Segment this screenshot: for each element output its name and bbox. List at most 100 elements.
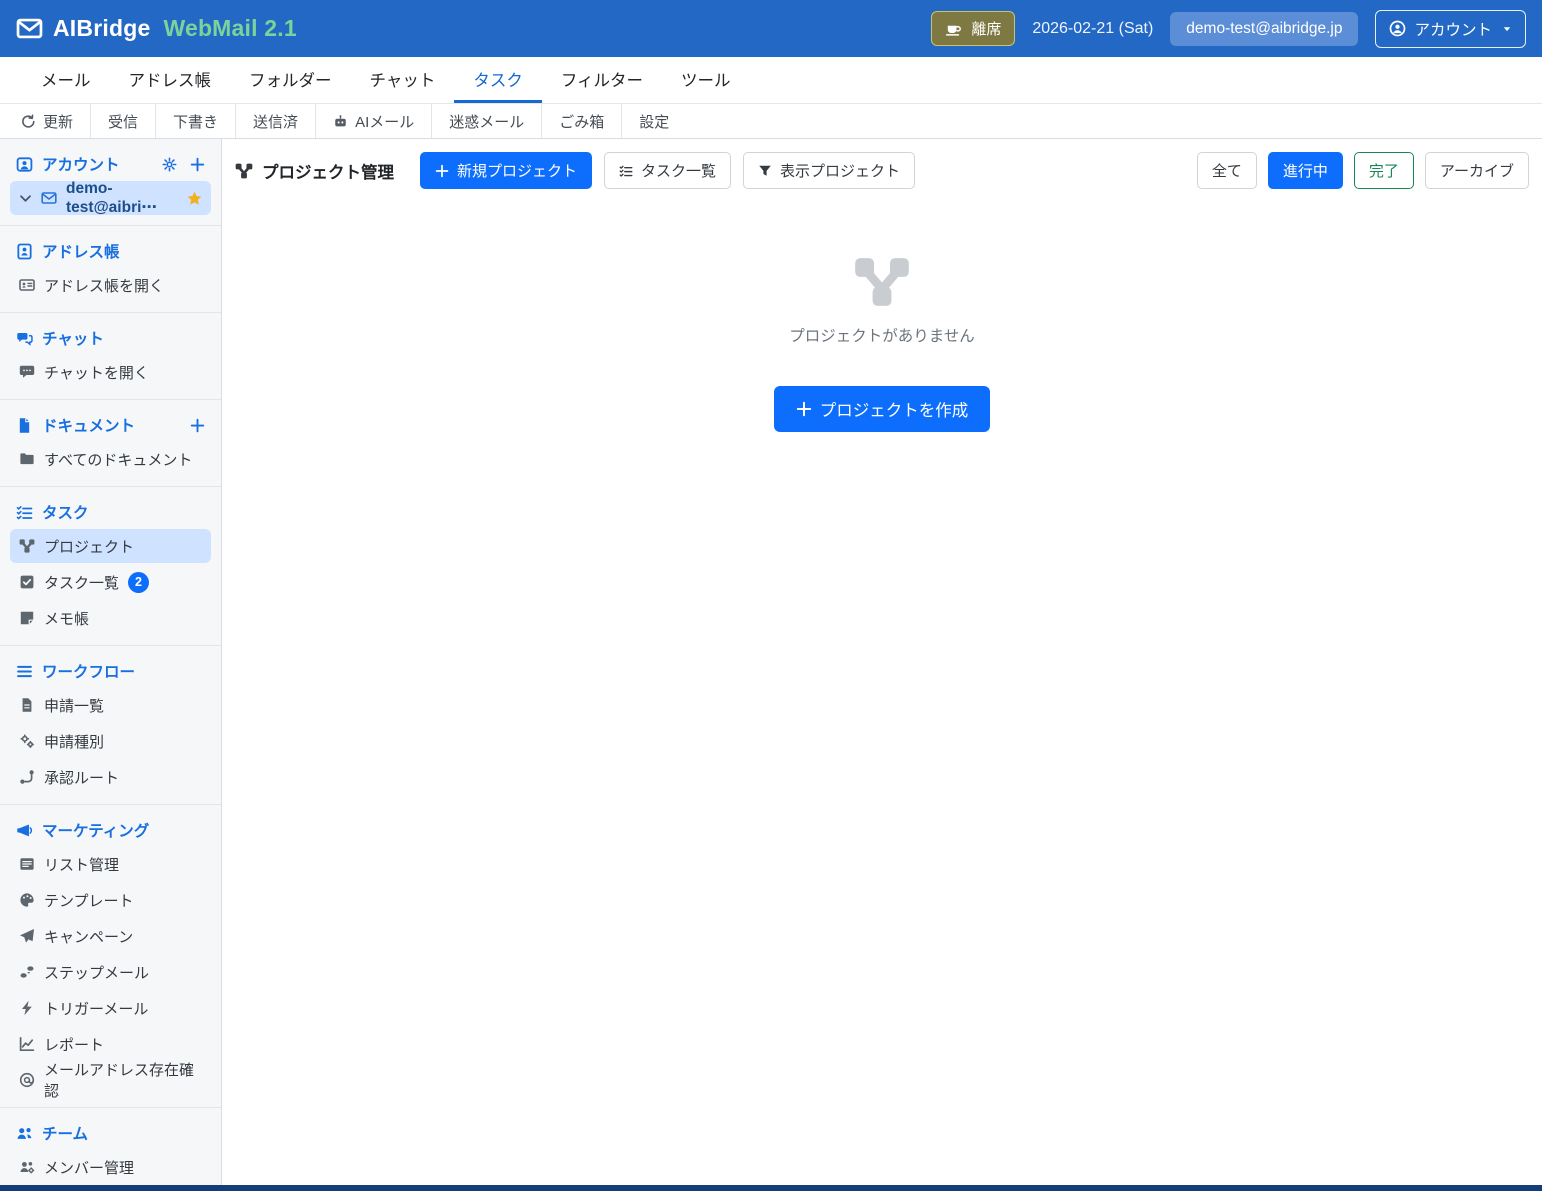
away-label: 離席 — [971, 18, 1001, 39]
sidebar-item-demo-test@aibri⋯[interactable]: demo-test@aibri⋯ — [10, 181, 211, 215]
item-label: レポート — [44, 1034, 104, 1055]
sidebar-section-タスク: タスクプロジェクトタスク一覧 2 メモ帳 — [0, 487, 221, 646]
section-header-チーム[interactable]: チーム — [10, 1118, 211, 1148]
gear-icon[interactable] — [162, 157, 177, 172]
section-actions — [162, 157, 205, 172]
tasks-icon — [619, 164, 633, 178]
sidebar-item-メモ帳[interactable]: メモ帳 — [10, 601, 211, 635]
section-title: チーム — [42, 1122, 88, 1144]
section-header-アカウント[interactable]: アカウント — [10, 149, 211, 179]
gears-icon — [19, 733, 35, 749]
at-icon — [19, 1072, 35, 1088]
tab-タスク[interactable]: タスク — [454, 57, 542, 103]
tab-フォルダー[interactable]: フォルダー — [230, 57, 351, 103]
steps-icon — [19, 964, 35, 980]
section-header-ドキュメント[interactable]: ドキュメント — [10, 410, 211, 440]
toolbar-item-label: 迷惑メール — [449, 111, 524, 132]
empty-sitemap-icon — [853, 253, 911, 311]
sidebar-item-申請種別[interactable]: 申請種別 — [10, 724, 211, 758]
section-title: チャット — [42, 327, 104, 349]
filter-button-全て[interactable]: 全て — [1197, 152, 1257, 189]
action-button-表示プロジェクト[interactable]: 表示プロジェクト — [743, 152, 915, 189]
toolbar-item-label: 設定 — [639, 111, 669, 132]
toolbar-item-受信[interactable]: 受信 — [90, 104, 155, 138]
section-header-マーケティング[interactable]: マーケティング — [10, 815, 211, 845]
sidebar-item-プロジェクト[interactable]: プロジェクト — [10, 529, 211, 563]
topbar-right-group: 離席 2026-02-21 (Sat) demo-test@aibridge.j… — [931, 10, 1526, 48]
action-button-label: タスク一覧 — [641, 160, 716, 181]
filter-button-group: 全て進行中完了アーカイブ — [1197, 152, 1529, 189]
bottom-edge-bar — [0, 1185, 1542, 1191]
tab-チャット[interactable]: チャット — [351, 57, 455, 103]
sidebar-item-リスト管理[interactable]: リスト管理 — [10, 847, 211, 881]
section-header-ワークフロー[interactable]: ワークフロー — [10, 656, 211, 686]
plus-icon — [796, 401, 812, 417]
folder-icon — [19, 451, 35, 467]
plus-icon[interactable] — [190, 418, 205, 433]
sidebar-item-トリガーメール[interactable]: トリガーメール — [10, 991, 211, 1025]
section-header-チャット[interactable]: チャット — [10, 323, 211, 353]
palette-icon — [19, 892, 35, 908]
toolbar-item-設定[interactable]: 設定 — [621, 104, 686, 138]
main-actions: 新規プロジェクト タスク一覧 表示プロジェクト — [420, 152, 915, 189]
sidebar-item-すべてのドキュメント[interactable]: すべてのドキュメント — [10, 442, 211, 476]
toolbar-item-下書き[interactable]: 下書き — [155, 104, 235, 138]
sitemap-icon — [235, 162, 253, 180]
item-label: demo-test@aibri⋯ — [66, 180, 178, 217]
section-title: タスク — [42, 501, 89, 523]
sidebar-item-メールアドレス存在確認[interactable]: メールアドレス存在確認 — [10, 1063, 211, 1097]
account-menu-button[interactable]: アカウント — [1375, 10, 1526, 48]
sidebar-item-レポート[interactable]: レポート — [10, 1027, 211, 1061]
section-actions — [190, 418, 205, 433]
toolbar-item-ごみ箱[interactable]: ごみ箱 — [541, 104, 621, 138]
sidebar-item-タスク一覧[interactable]: タスク一覧 2 — [10, 565, 211, 599]
section-header-タスク[interactable]: タスク — [10, 497, 211, 527]
sidebar-item-テンプレート[interactable]: テンプレート — [10, 883, 211, 917]
main-header-row: プロジェクト管理 新規プロジェクト タスク一覧 表示プロジェクト 全て進行中完了アー… — [222, 139, 1542, 189]
sidebar-item-メンバー管理[interactable]: メンバー管理 — [10, 1150, 211, 1184]
chat-dots-icon — [19, 364, 35, 380]
page-title-text: プロジェクト管理 — [262, 159, 394, 183]
sidebar: アカウントdemo-test@aibri⋯ アドレス帳アドレス帳を開くチャットチャ… — [0, 139, 222, 1191]
bars-icon — [16, 663, 33, 680]
item-label: チャットを開く — [44, 362, 149, 383]
logged-in-email[interactable]: demo-test@aibridge.jp — [1170, 12, 1358, 46]
section-header-アドレス帳[interactable]: アドレス帳 — [10, 236, 211, 266]
list-box-icon — [19, 856, 35, 872]
item-label: ステップメール — [44, 962, 149, 983]
sidebar-item-承認ルート[interactable]: 承認ルート — [10, 760, 211, 794]
filter-button-進行中[interactable]: 進行中 — [1268, 152, 1343, 189]
action-button-新規プロジェクト[interactable]: 新規プロジェクト — [420, 152, 592, 189]
tab-アドレス帳[interactable]: アドレス帳 — [110, 57, 231, 103]
paper-plane-icon — [19, 928, 35, 944]
main-panel: プロジェクト管理 新規プロジェクト タスク一覧 表示プロジェクト 全て進行中完了アー… — [222, 139, 1542, 1191]
count-badge: 2 — [128, 572, 149, 593]
tab-ツール[interactable]: ツール — [662, 57, 750, 103]
toolbar-item-迷惑メール[interactable]: 迷惑メール — [431, 104, 541, 138]
sidebar-item-アドレス帳を開く[interactable]: アドレス帳を開く — [10, 268, 211, 302]
toolbar-item-更新[interactable]: 更新 — [4, 104, 90, 138]
tab-メール[interactable]: メール — [22, 57, 110, 103]
file-lines-icon — [19, 697, 35, 713]
action-button-タスク一覧[interactable]: タスク一覧 — [604, 152, 731, 189]
create-project-button[interactable]: プロジェクトを作成 — [774, 386, 991, 432]
sidebar-section-マーケティング: マーケティングリスト管理テンプレートキャンペーンステップメールトリガーメールレポ… — [0, 805, 221, 1108]
caret-down-icon — [1502, 24, 1512, 34]
sidebar-item-ステップメール[interactable]: ステップメール — [10, 955, 211, 989]
users-icon — [16, 1125, 33, 1142]
sidebar-item-申請一覧[interactable]: 申請一覧 — [10, 688, 211, 722]
sidebar-section-ワークフロー: ワークフロー申請一覧申請種別承認ルート — [0, 646, 221, 805]
sidebar-item-チャットを開く[interactable]: チャットを開く — [10, 355, 211, 389]
tab-フィルター[interactable]: フィルター — [542, 57, 662, 103]
filter-button-完了[interactable]: 完了 — [1354, 152, 1414, 189]
toolbar-item-AIメール[interactable]: AIメール — [315, 104, 431, 138]
sidebar-item-キャンペーン[interactable]: キャンペーン — [10, 919, 211, 953]
plus-icon[interactable] — [190, 157, 205, 172]
filter-button-アーカイブ[interactable]: アーカイブ — [1425, 152, 1529, 189]
item-label: タスク一覧 — [44, 572, 119, 593]
item-label: リスト管理 — [44, 854, 119, 875]
toolbar-item-送信済[interactable]: 送信済 — [235, 104, 315, 138]
away-status-button[interactable]: 離席 — [931, 11, 1015, 46]
sidebar-section-チーム: チームメンバー管理 — [0, 1108, 221, 1191]
empty-message: プロジェクトがありません — [789, 324, 975, 346]
